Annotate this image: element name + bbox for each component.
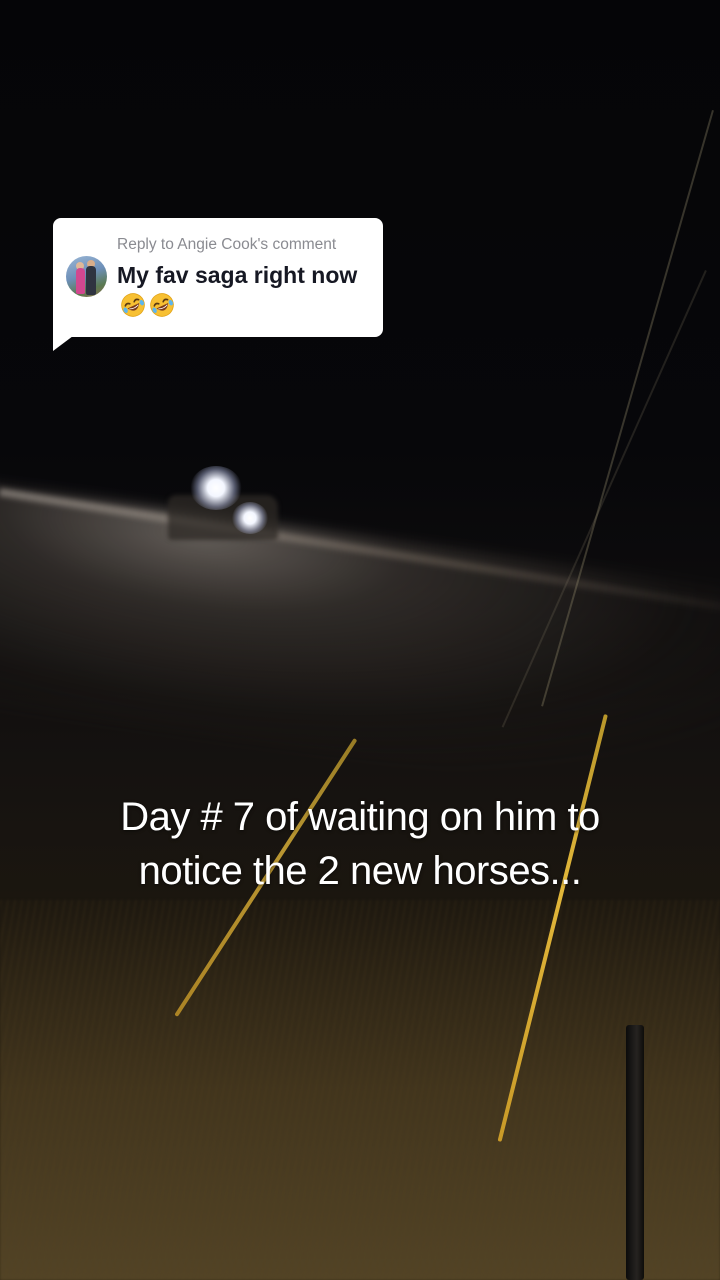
- rolling-on-floor-laughing-icon: [150, 293, 174, 317]
- commenter-avatar[interactable]: [66, 256, 107, 297]
- comment-body: My fav saga right now: [117, 262, 358, 288]
- rolling-on-floor-laughing-icon: [121, 293, 145, 317]
- reply-comment-text: My fav saga right now: [117, 260, 369, 320]
- caption-line-1: Day # 7 of waiting on him to: [120, 795, 600, 839]
- video-caption: Day # 7 of waiting on him to notice the …: [30, 790, 690, 898]
- fence-post: [626, 1025, 644, 1280]
- video-frame[interactable]: Reply to Angie Cook's comment My fav sag…: [0, 0, 720, 1280]
- headlight-right: [232, 502, 268, 534]
- grass-field: [0, 900, 720, 1280]
- reply-bubble-tail: [53, 336, 73, 351]
- caption-line-2: notice the 2 new horses...: [138, 849, 582, 893]
- reply-comment-card[interactable]: Reply to Angie Cook's comment My fav sag…: [53, 218, 383, 337]
- headlight-left: [190, 466, 242, 510]
- reply-header: Reply to Angie Cook's comment: [117, 236, 337, 253]
